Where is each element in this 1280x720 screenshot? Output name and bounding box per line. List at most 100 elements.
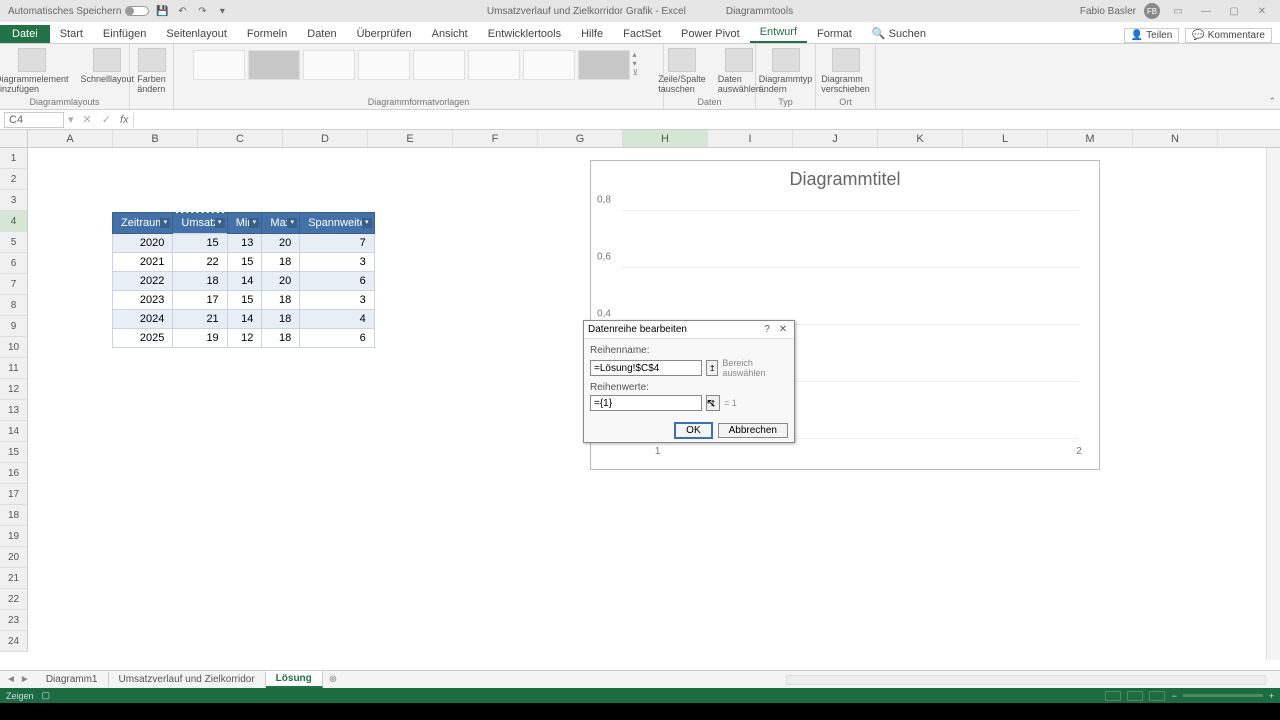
- move-chart-button[interactable]: Diagramm verschieben: [817, 46, 874, 96]
- sheet-nav-next-icon[interactable]: ►: [20, 674, 30, 685]
- chart-style-4[interactable]: [358, 50, 410, 80]
- add-chart-element-button[interactable]: Diagrammelement hinzufügen: [0, 46, 73, 96]
- page-layout-view-icon[interactable]: [1127, 691, 1143, 701]
- col-header-A[interactable]: A: [28, 130, 113, 147]
- sheet-nav-prev-icon[interactable]: ◄: [6, 674, 16, 685]
- table-cell[interactable]: 18: [262, 291, 300, 310]
- sheet-tab-umsatz[interactable]: Umsatzverlauf und Zielkorridor: [109, 672, 266, 687]
- change-chart-type-button[interactable]: Diagrammtyp ändern: [755, 46, 817, 96]
- tab-factset[interactable]: FactSet: [613, 25, 671, 43]
- table-cell[interactable]: 18: [262, 329, 300, 348]
- chart-style-5[interactable]: [413, 50, 465, 80]
- table-cell[interactable]: 3: [300, 253, 375, 272]
- row-header-5[interactable]: 5: [0, 232, 28, 253]
- maximize-icon[interactable]: ▢: [1224, 4, 1244, 18]
- change-colors-button[interactable]: Farben ändern: [133, 46, 170, 96]
- tab-powerpivot[interactable]: Power Pivot: [671, 25, 750, 43]
- col-header-F[interactable]: F: [453, 130, 538, 147]
- table-cell[interactable]: 2024: [113, 310, 173, 329]
- tab-start[interactable]: Start: [50, 25, 93, 43]
- styles-scroll-up-icon[interactable]: ▴: [633, 50, 645, 59]
- table-cell[interactable]: 15: [227, 291, 262, 310]
- row-header-19[interactable]: 19: [0, 526, 28, 547]
- redo-icon[interactable]: ↷: [195, 4, 209, 18]
- row-header-21[interactable]: 21: [0, 568, 28, 589]
- table-cell[interactable]: 7: [300, 234, 375, 253]
- search-box[interactable]: 🔍 Suchen: [862, 24, 936, 43]
- row-header-3[interactable]: 3: [0, 190, 28, 211]
- tab-format[interactable]: Format: [807, 25, 862, 43]
- table-cell[interactable]: 20: [262, 234, 300, 253]
- filter-dropdown-icon[interactable]: ▾: [215, 218, 225, 228]
- minimize-icon[interactable]: —: [1196, 4, 1216, 18]
- worksheet-grid[interactable]: ABCDEFGHIJKLMN 1234567891011121314151617…: [0, 130, 1280, 660]
- filter-dropdown-icon[interactable]: ▾: [160, 218, 170, 228]
- row-header-24[interactable]: 24: [0, 631, 28, 652]
- row-header-10[interactable]: 10: [0, 337, 28, 358]
- row-header-8[interactable]: 8: [0, 295, 28, 316]
- table-cell[interactable]: 4: [300, 310, 375, 329]
- table-cell[interactable]: 2025: [113, 329, 173, 348]
- dialog-help-icon[interactable]: ?: [760, 324, 774, 335]
- zoom-slider[interactable]: [1183, 694, 1263, 697]
- row-header-17[interactable]: 17: [0, 484, 28, 505]
- chart-style-1[interactable]: [193, 50, 245, 80]
- col-header-N[interactable]: N: [1133, 130, 1218, 147]
- tab-help[interactable]: Hilfe: [571, 25, 613, 43]
- fx-icon[interactable]: fx: [116, 114, 133, 126]
- row-header-7[interactable]: 7: [0, 274, 28, 295]
- tab-data[interactable]: Daten: [297, 25, 346, 43]
- chart-style-3[interactable]: [303, 50, 355, 80]
- chart-style-6[interactable]: [468, 50, 520, 80]
- comments-button[interactable]: 💬 Kommentare: [1185, 28, 1272, 43]
- tab-design[interactable]: Entwurf: [750, 23, 807, 43]
- row-header-13[interactable]: 13: [0, 400, 28, 421]
- autosave-toggle[interactable]: Automatisches Speichern: [8, 6, 149, 17]
- series-name-range-picker[interactable]: ↥: [706, 360, 718, 376]
- ribbon-options-icon[interactable]: ▭: [1168, 4, 1188, 18]
- table-cell[interactable]: 2023: [113, 291, 173, 310]
- table-cell[interactable]: 18: [262, 310, 300, 329]
- table-cell[interactable]: 2022: [113, 272, 173, 291]
- row-header-14[interactable]: 14: [0, 421, 28, 442]
- chart-style-8[interactable]: [578, 50, 630, 80]
- col-header-D[interactable]: D: [283, 130, 368, 147]
- filter-dropdown-icon[interactable]: ▾: [362, 218, 372, 228]
- table-cell[interactable]: 13: [227, 234, 262, 253]
- horizontal-scrollbar[interactable]: [786, 675, 1266, 685]
- row-header-23[interactable]: 23: [0, 610, 28, 631]
- tab-developer[interactable]: Entwicklertools: [478, 25, 571, 43]
- vertical-scrollbar[interactable]: [1266, 148, 1280, 660]
- table-cell[interactable]: 19: [173, 329, 227, 348]
- col-header-L[interactable]: L: [963, 130, 1048, 147]
- col-header-H[interactable]: H: [623, 130, 708, 147]
- row-header-22[interactable]: 22: [0, 589, 28, 610]
- row-header-18[interactable]: 18: [0, 505, 28, 526]
- table-cell[interactable]: 2020: [113, 234, 173, 253]
- chart-style-7[interactable]: [523, 50, 575, 80]
- close-icon[interactable]: ✕: [1252, 4, 1272, 18]
- share-button[interactable]: 👤 Teilen: [1124, 28, 1180, 43]
- page-break-view-icon[interactable]: [1149, 691, 1165, 701]
- tab-insert[interactable]: Einfügen: [93, 25, 156, 43]
- row-header-6[interactable]: 6: [0, 253, 28, 274]
- row-header-12[interactable]: 12: [0, 379, 28, 400]
- row-header-9[interactable]: 9: [0, 316, 28, 337]
- col-header-K[interactable]: K: [878, 130, 963, 147]
- save-icon[interactable]: 💾: [155, 4, 169, 18]
- filter-dropdown-icon[interactable]: ▾: [249, 218, 259, 228]
- col-header-I[interactable]: I: [708, 130, 793, 147]
- table-cell[interactable]: 15: [227, 253, 262, 272]
- select-all-corner[interactable]: [0, 130, 28, 147]
- table-cell[interactable]: 6: [300, 329, 375, 348]
- series-values-range-picker[interactable]: ↥: [706, 395, 720, 411]
- sheet-tab-diagramm1[interactable]: Diagramm1: [36, 672, 109, 687]
- file-tab[interactable]: Datei: [0, 25, 50, 43]
- col-header-C[interactable]: C: [198, 130, 283, 147]
- table-cell[interactable]: 22: [173, 253, 227, 272]
- filter-dropdown-icon[interactable]: ▾: [287, 218, 297, 228]
- row-header-2[interactable]: 2: [0, 169, 28, 190]
- quick-layout-button[interactable]: Schnelllayout: [77, 46, 139, 86]
- table-cell[interactable]: 21: [173, 310, 227, 329]
- add-sheet-button[interactable]: ⊕: [323, 674, 343, 685]
